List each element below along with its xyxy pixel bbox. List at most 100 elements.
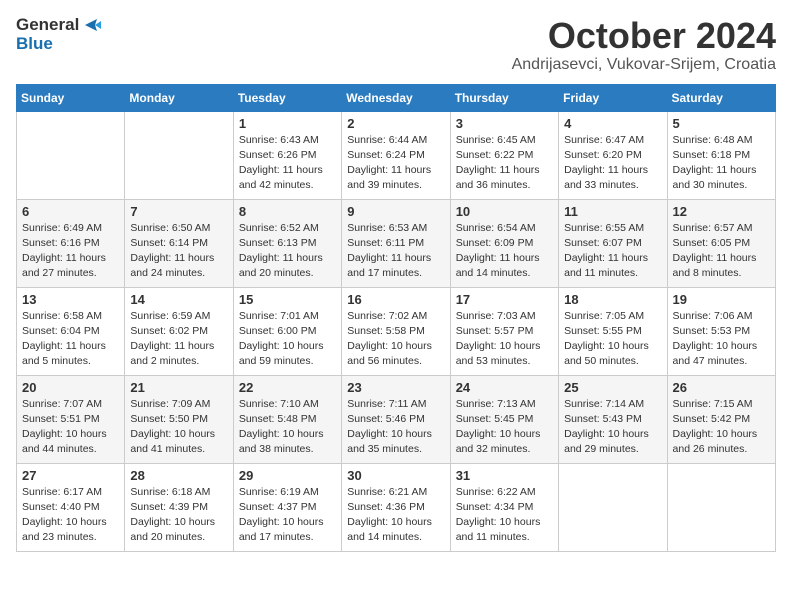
sunset-text: Sunset: 6:18 PM (673, 149, 751, 161)
table-row (559, 463, 667, 551)
calendar-week-row: 20 Sunrise: 7:07 AM Sunset: 5:51 PM Dayl… (17, 375, 776, 463)
table-row: 8 Sunrise: 6:52 AM Sunset: 6:13 PM Dayli… (233, 199, 341, 287)
daylight-text: Daylight: 10 hours and 50 minutes. (564, 340, 649, 367)
table-row (17, 111, 125, 199)
calendar-week-row: 13 Sunrise: 6:58 AM Sunset: 6:04 PM Dayl… (17, 287, 776, 375)
sunrise-text: Sunrise: 6:43 AM (239, 134, 319, 146)
sunset-text: Sunset: 5:50 PM (130, 413, 208, 425)
sunrise-text: Sunrise: 7:09 AM (130, 398, 210, 410)
sunset-text: Sunset: 5:53 PM (673, 325, 751, 337)
sunrise-text: Sunrise: 6:49 AM (22, 222, 102, 234)
table-row: 12 Sunrise: 6:57 AM Sunset: 6:05 PM Dayl… (667, 199, 775, 287)
day-number: 11 (564, 204, 661, 219)
sunrise-text: Sunrise: 7:01 AM (239, 310, 319, 322)
day-number: 21 (130, 380, 227, 395)
table-row: 5 Sunrise: 6:48 AM Sunset: 6:18 PM Dayli… (667, 111, 775, 199)
table-row: 14 Sunrise: 6:59 AM Sunset: 6:02 PM Dayl… (125, 287, 233, 375)
daylight-text: Daylight: 10 hours and 32 minutes. (456, 428, 541, 455)
day-number: 25 (564, 380, 661, 395)
table-row: 9 Sunrise: 6:53 AM Sunset: 6:11 PM Dayli… (342, 199, 450, 287)
table-row: 13 Sunrise: 6:58 AM Sunset: 6:04 PM Dayl… (17, 287, 125, 375)
sunset-text: Sunset: 5:45 PM (456, 413, 534, 425)
sunset-text: Sunset: 4:39 PM (130, 501, 208, 513)
table-row: 23 Sunrise: 7:11 AM Sunset: 5:46 PM Dayl… (342, 375, 450, 463)
sunrise-text: Sunrise: 7:03 AM (456, 310, 536, 322)
daylight-text: Daylight: 11 hours and 42 minutes. (239, 164, 323, 191)
daylight-text: Daylight: 10 hours and 44 minutes. (22, 428, 107, 455)
day-number: 24 (456, 380, 553, 395)
sunrise-text: Sunrise: 6:22 AM (456, 486, 536, 498)
sunrise-text: Sunrise: 6:47 AM (564, 134, 644, 146)
sunset-text: Sunset: 5:46 PM (347, 413, 425, 425)
table-row: 6 Sunrise: 6:49 AM Sunset: 6:16 PM Dayli… (17, 199, 125, 287)
calendar-header-row: Sunday Monday Tuesday Wednesday Thursday… (17, 84, 776, 111)
table-row: 19 Sunrise: 7:06 AM Sunset: 5:53 PM Dayl… (667, 287, 775, 375)
sunset-text: Sunset: 6:11 PM (347, 237, 424, 249)
daylight-text: Daylight: 10 hours and 56 minutes. (347, 340, 432, 367)
table-row: 20 Sunrise: 7:07 AM Sunset: 5:51 PM Dayl… (17, 375, 125, 463)
sunset-text: Sunset: 4:34 PM (456, 501, 534, 513)
sunrise-text: Sunrise: 6:55 AM (564, 222, 644, 234)
table-row: 31 Sunrise: 6:22 AM Sunset: 4:34 PM Dayl… (450, 463, 558, 551)
daylight-text: Daylight: 11 hours and 33 minutes. (564, 164, 648, 191)
daylight-text: Daylight: 11 hours and 36 minutes. (456, 164, 540, 191)
day-number: 7 (130, 204, 227, 219)
table-row (667, 463, 775, 551)
daylight-text: Daylight: 11 hours and 5 minutes. (22, 340, 106, 367)
logo-general: General (16, 16, 79, 35)
table-row: 27 Sunrise: 6:17 AM Sunset: 4:40 PM Dayl… (17, 463, 125, 551)
table-row: 21 Sunrise: 7:09 AM Sunset: 5:50 PM Dayl… (125, 375, 233, 463)
sunrise-text: Sunrise: 6:50 AM (130, 222, 210, 234)
sunset-text: Sunset: 6:20 PM (564, 149, 642, 161)
day-number: 19 (673, 292, 770, 307)
day-number: 1 (239, 116, 336, 131)
col-friday: Friday (559, 84, 667, 111)
daylight-text: Daylight: 10 hours and 29 minutes. (564, 428, 649, 455)
table-row (125, 111, 233, 199)
sunrise-text: Sunrise: 6:57 AM (673, 222, 753, 234)
sunrise-text: Sunrise: 6:54 AM (456, 222, 536, 234)
day-number: 5 (673, 116, 770, 131)
sunset-text: Sunset: 6:05 PM (673, 237, 751, 249)
table-row: 29 Sunrise: 6:19 AM Sunset: 4:37 PM Dayl… (233, 463, 341, 551)
daylight-text: Daylight: 11 hours and 20 minutes. (239, 252, 323, 279)
day-number: 23 (347, 380, 444, 395)
daylight-text: Daylight: 10 hours and 59 minutes. (239, 340, 324, 367)
sunrise-text: Sunrise: 6:21 AM (347, 486, 427, 498)
sunset-text: Sunset: 5:51 PM (22, 413, 100, 425)
day-number: 15 (239, 292, 336, 307)
sunrise-text: Sunrise: 7:15 AM (673, 398, 753, 410)
sunset-text: Sunset: 6:04 PM (22, 325, 100, 337)
table-row: 15 Sunrise: 7:01 AM Sunset: 6:00 PM Dayl… (233, 287, 341, 375)
sunset-text: Sunset: 5:43 PM (564, 413, 642, 425)
day-number: 16 (347, 292, 444, 307)
sunrise-text: Sunrise: 6:19 AM (239, 486, 319, 498)
day-number: 22 (239, 380, 336, 395)
daylight-text: Daylight: 11 hours and 24 minutes. (130, 252, 214, 279)
table-row: 28 Sunrise: 6:18 AM Sunset: 4:39 PM Dayl… (125, 463, 233, 551)
day-number: 4 (564, 116, 661, 131)
table-row: 25 Sunrise: 7:14 AM Sunset: 5:43 PM Dayl… (559, 375, 667, 463)
day-number: 12 (673, 204, 770, 219)
page-header: General Blue October 2024 Andrijasevci, … (16, 16, 776, 74)
table-row: 11 Sunrise: 6:55 AM Sunset: 6:07 PM Dayl… (559, 199, 667, 287)
daylight-text: Daylight: 11 hours and 11 minutes. (564, 252, 648, 279)
daylight-text: Daylight: 11 hours and 30 minutes. (673, 164, 757, 191)
sunrise-text: Sunrise: 6:17 AM (22, 486, 102, 498)
sunset-text: Sunset: 5:55 PM (564, 325, 642, 337)
daylight-text: Daylight: 10 hours and 35 minutes. (347, 428, 432, 455)
sunset-text: Sunset: 6:24 PM (347, 149, 425, 161)
sunrise-text: Sunrise: 7:05 AM (564, 310, 644, 322)
calendar-week-row: 27 Sunrise: 6:17 AM Sunset: 4:40 PM Dayl… (17, 463, 776, 551)
table-row: 26 Sunrise: 7:15 AM Sunset: 5:42 PM Dayl… (667, 375, 775, 463)
sunset-text: Sunset: 6:13 PM (239, 237, 317, 249)
table-row: 1 Sunrise: 6:43 AM Sunset: 6:26 PM Dayli… (233, 111, 341, 199)
sunset-text: Sunset: 4:40 PM (22, 501, 100, 513)
sunrise-text: Sunrise: 7:14 AM (564, 398, 644, 410)
daylight-text: Daylight: 10 hours and 20 minutes. (130, 516, 215, 543)
daylight-text: Daylight: 10 hours and 14 minutes. (347, 516, 432, 543)
table-row: 3 Sunrise: 6:45 AM Sunset: 6:22 PM Dayli… (450, 111, 558, 199)
daylight-text: Daylight: 10 hours and 38 minutes. (239, 428, 324, 455)
daylight-text: Daylight: 11 hours and 2 minutes. (130, 340, 214, 367)
calendar-week-row: 1 Sunrise: 6:43 AM Sunset: 6:26 PM Dayli… (17, 111, 776, 199)
